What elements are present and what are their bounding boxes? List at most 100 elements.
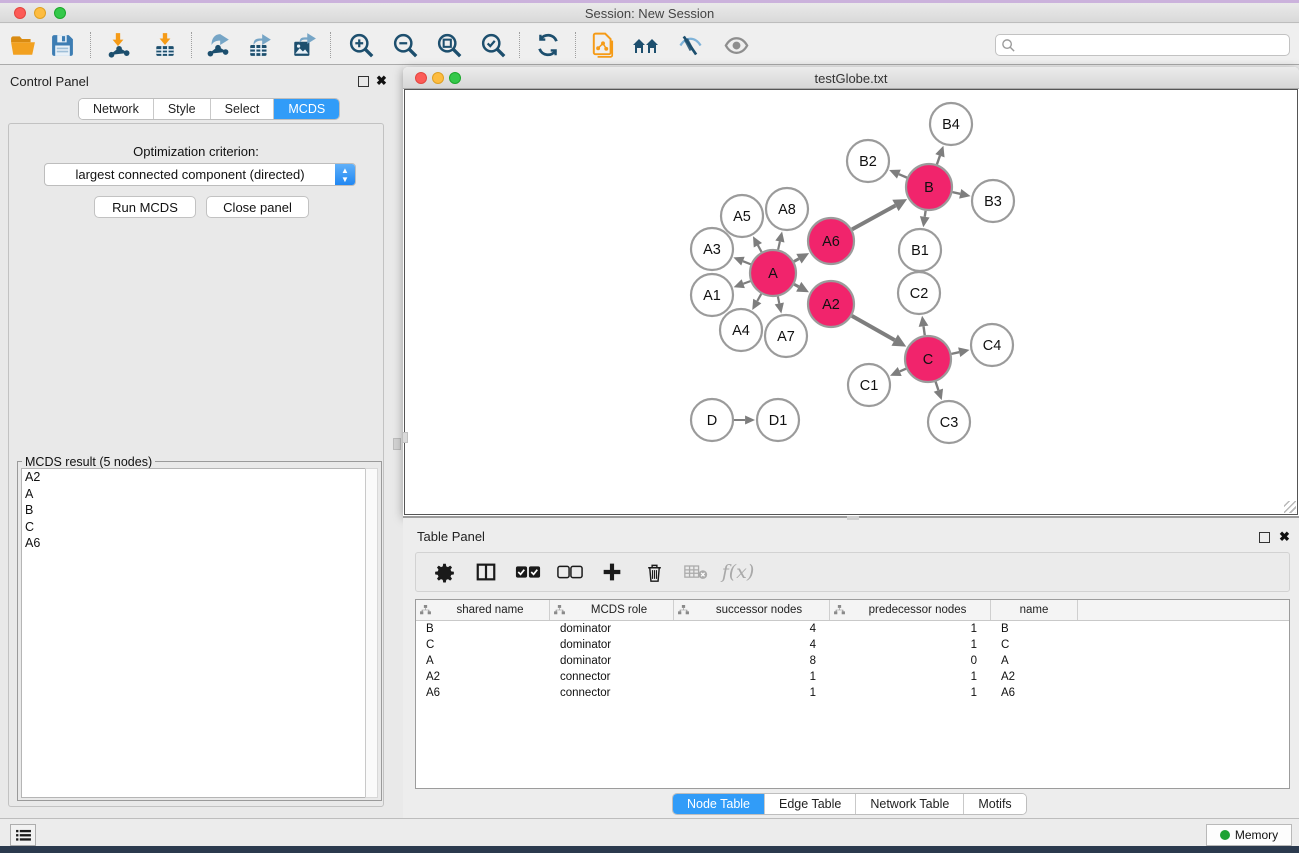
network-window-titlebar[interactable]: testGlobe.txt xyxy=(403,67,1299,89)
graph-node-C4[interactable]: C4 xyxy=(971,324,1013,366)
result-item-B[interactable]: B xyxy=(22,502,366,519)
table-row-A[interactable]: Adominator80A xyxy=(416,653,1289,669)
table-row-A6[interactable]: A6connector11A6 xyxy=(416,685,1289,701)
close-panel-icon[interactable]: ✖ xyxy=(376,75,387,86)
tab-network[interactable]: Network xyxy=(79,99,154,119)
graph-node-A7[interactable]: A7 xyxy=(765,315,807,357)
close-table-panel-icon[interactable]: ✖ xyxy=(1279,531,1290,542)
criterion-dropdown[interactable]: largest connected component (directed) ▲… xyxy=(44,163,356,186)
edge-A-A7[interactable] xyxy=(778,297,779,304)
run-mcds-button[interactable]: Run MCDS xyxy=(94,196,196,218)
graph-node-A[interactable]: A xyxy=(750,250,796,296)
hide-graphics-details-icon[interactable] xyxy=(675,30,705,60)
mcds-result-list[interactable]: A2ABCA6 xyxy=(21,468,367,798)
graph-node-D1[interactable]: D1 xyxy=(757,399,799,441)
table-row-B[interactable]: Bdominator41B xyxy=(416,621,1289,637)
graph-node-A1[interactable]: A1 xyxy=(691,274,733,316)
edge-A-A2[interactable] xyxy=(794,284,799,286)
result-item-A[interactable]: A xyxy=(22,486,366,503)
column-header-shared-name[interactable]: shared name xyxy=(416,600,550,620)
main-titlebar[interactable]: Session: New Session xyxy=(0,3,1299,23)
show-graphics-details-icon[interactable] xyxy=(721,30,751,60)
column-header-MCDS-role[interactable]: MCDS role xyxy=(550,600,674,620)
zoom-selected-icon[interactable] xyxy=(478,30,508,60)
search-box[interactable] xyxy=(995,34,1290,56)
graph-node-B[interactable]: B xyxy=(906,164,952,210)
graph-node-C[interactable]: C xyxy=(905,336,951,382)
tab-network-table[interactable]: Network Table xyxy=(856,794,964,814)
show-columns-icon[interactable] xyxy=(472,559,500,585)
resize-grip-icon[interactable] xyxy=(1284,501,1296,513)
tab-style[interactable]: Style xyxy=(154,99,211,119)
delete-column-icon[interactable] xyxy=(640,559,668,585)
edge-C-C4[interactable] xyxy=(951,352,959,354)
column-header-successor-nodes[interactable]: successor nodes xyxy=(674,600,830,620)
tab-select[interactable]: Select xyxy=(211,99,275,119)
function-builder-icon[interactable]: f(x) xyxy=(724,559,752,585)
result-list-scrollbar[interactable] xyxy=(365,468,378,798)
network-left-splitter-handle[interactable] xyxy=(402,432,408,443)
edge-B-B1[interactable] xyxy=(925,211,926,217)
splitter-handle[interactable] xyxy=(393,438,401,450)
edge-B-B4[interactable] xyxy=(937,156,940,165)
import-table-from-file-icon[interactable] xyxy=(150,30,180,60)
graph-node-A4[interactable]: A4 xyxy=(720,309,762,351)
graph-node-A6[interactable]: A6 xyxy=(808,218,854,264)
edge-A-A3[interactable] xyxy=(743,261,751,264)
add-column-icon[interactable] xyxy=(598,559,626,585)
float-panel-icon[interactable] xyxy=(358,74,369,92)
new-network-from-selection-icon[interactable] xyxy=(588,30,618,60)
edge-B-B2[interactable] xyxy=(899,174,907,177)
edge-C-C3[interactable] xyxy=(936,382,939,390)
edge-A6-B[interactable] xyxy=(852,205,895,229)
edge-A2-C[interactable] xyxy=(852,316,895,340)
graph-node-D[interactable]: D xyxy=(691,399,733,441)
first-neighbors-icon[interactable] xyxy=(631,30,661,60)
result-item-C[interactable]: C xyxy=(22,519,366,536)
graph-node-B1[interactable]: B1 xyxy=(899,229,941,271)
column-header-name[interactable]: name xyxy=(991,600,1078,620)
deselect-all-icon[interactable] xyxy=(556,559,584,585)
close-panel-button[interactable]: Close panel xyxy=(206,196,309,218)
tab-edge-table[interactable]: Edge Table xyxy=(765,794,856,814)
edge-A-A8[interactable] xyxy=(778,241,780,249)
edge-A-A4[interactable] xyxy=(757,294,761,301)
float-table-panel-icon[interactable] xyxy=(1259,530,1270,548)
edge-C-C1[interactable] xyxy=(900,369,906,372)
edge-A-A5[interactable] xyxy=(758,245,762,252)
memory-button[interactable]: Memory xyxy=(1206,824,1292,846)
zoom-in-icon[interactable] xyxy=(346,30,376,60)
zoom-fit-content-icon[interactable] xyxy=(434,30,464,60)
column-header-predecessor-nodes[interactable]: predecessor nodes xyxy=(830,600,991,620)
edge-A-A1[interactable] xyxy=(743,281,750,284)
zoom-out-icon[interactable] xyxy=(390,30,420,60)
delete-table-icon[interactable] xyxy=(682,559,710,585)
search-input[interactable] xyxy=(1016,36,1289,54)
graph-node-B2[interactable]: B2 xyxy=(847,140,889,182)
open-session-icon[interactable] xyxy=(8,30,38,60)
show-panels-list-button[interactable] xyxy=(10,824,36,846)
save-session-icon[interactable] xyxy=(47,30,77,60)
export-network-icon[interactable] xyxy=(203,30,233,60)
import-network-from-file-icon[interactable] xyxy=(103,30,133,60)
graph-node-A5[interactable]: A5 xyxy=(721,195,763,237)
graph-node-B4[interactable]: B4 xyxy=(930,103,972,145)
export-table-icon[interactable] xyxy=(245,30,275,60)
graph-node-B3[interactable]: B3 xyxy=(972,180,1014,222)
horizontal-splitter-handle[interactable] xyxy=(847,516,859,520)
graph-node-C1[interactable]: C1 xyxy=(848,364,890,406)
graph-node-A3[interactable]: A3 xyxy=(691,228,733,270)
network-canvas[interactable]: B4 B2 B B3 A5A8A6 B1 A3 A C2 A1 A2 A4A7 C4 C C1 C3 D D1 xyxy=(404,89,1298,515)
graph-node-A2[interactable]: A2 xyxy=(808,281,854,327)
apply-preferred-layout-icon[interactable] xyxy=(533,30,563,60)
graph-node-C3[interactable]: C3 xyxy=(928,401,970,443)
graph-node-A8[interactable]: A8 xyxy=(766,188,808,230)
table-mode-gear-icon[interactable] xyxy=(430,559,458,585)
select-all-icon[interactable] xyxy=(514,559,542,585)
tab-mcds[interactable]: MCDS xyxy=(274,99,339,119)
result-item-A2[interactable]: A2 xyxy=(22,469,366,486)
edge-B-B3[interactable] xyxy=(952,192,960,194)
graph-node-C2[interactable]: C2 xyxy=(898,272,940,314)
tab-node-table[interactable]: Node Table xyxy=(673,794,765,814)
table-row-A2[interactable]: A2connector11A2 xyxy=(416,669,1289,685)
